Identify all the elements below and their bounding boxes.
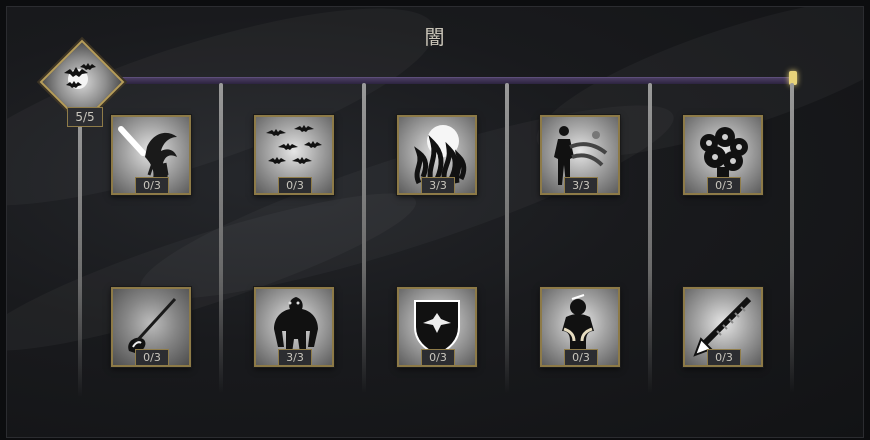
tree-branch-line [78,117,82,397]
tree-column-divider [362,83,366,393]
skill-node-9[interactable]: 0/3 [540,287,620,367]
skill-node-1[interactable]: 0/3 [111,115,191,195]
skill-node-4[interactable]: 3/3 [540,115,620,195]
skill-rank-label: 3/3 [564,177,598,194]
skill-rank-label: 0/3 [278,177,312,194]
skill-rank-label: 3/3 [421,177,455,194]
root-skill-node[interactable]: 5/5 [39,39,125,127]
tree-column-divider [505,83,509,393]
tree-progress-bar [115,77,793,84]
skill-node-5[interactable]: 0/3 [683,115,763,195]
skill-node-10[interactable]: 0/3 [683,287,763,367]
skill-rank-label: 3/3 [278,349,312,366]
skill-rank-label: 0/3 [564,349,598,366]
skill-node-6[interactable]: 0/3 [111,287,191,367]
skill-rank-label: 0/3 [135,177,169,194]
tree-column-divider [219,83,223,393]
tree-column-divider [790,83,794,393]
skill-node-7[interactable]: 3/3 [254,287,334,367]
skill-rank-label: 0/3 [707,177,741,194]
tree-column-divider [648,83,652,393]
skill-node-8[interactable]: 0/3 [397,287,477,367]
skill-node-2[interactable]: 0/3 [254,115,334,195]
root-rank-label: 5/5 [67,107,103,127]
skill-tree-panel: 闇 5/5 0/3 0/3 3/3 3/3 0/3 0/3 3/3 0/3 0/… [6,6,864,438]
skill-node-3[interactable]: 3/3 [397,115,477,195]
bat-swarm-icon [64,63,96,89]
skill-rank-label: 0/3 [135,349,169,366]
tree-title: 闇 [424,25,446,49]
skill-rank-label: 0/3 [421,349,455,366]
skill-rank-label: 0/3 [707,349,741,366]
